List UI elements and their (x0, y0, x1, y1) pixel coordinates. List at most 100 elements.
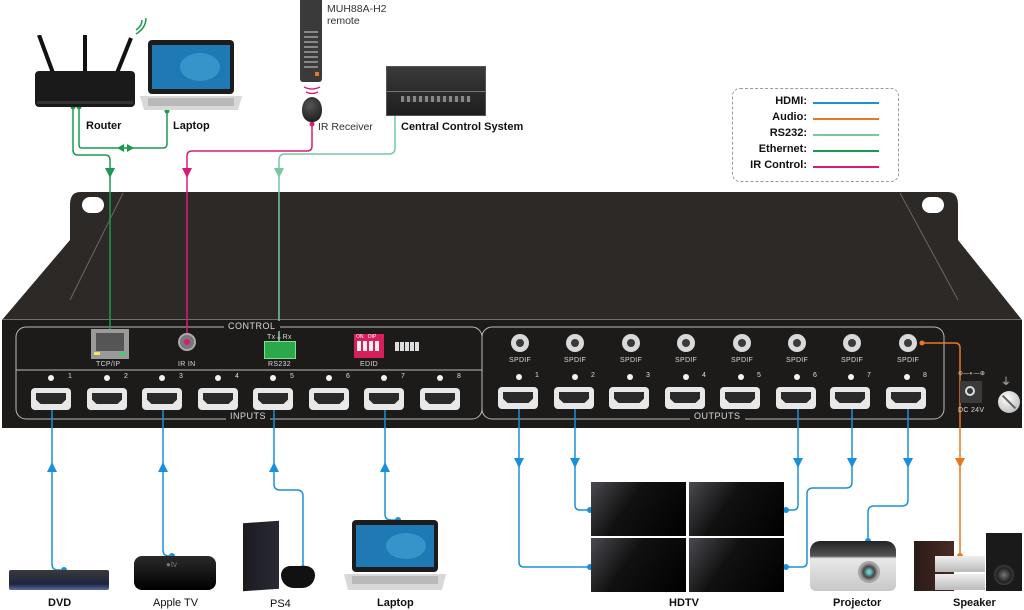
output-port-number: 3 (646, 372, 650, 379)
legend-ethernet: Ethernet: (733, 143, 893, 159)
output-port-number: 4 (702, 372, 706, 379)
inputs-section-label: INPUTS (226, 411, 271, 421)
apple-tv-logo: ●tv (166, 560, 178, 569)
output-led (627, 374, 633, 380)
input-port-number: 8 (457, 373, 461, 380)
edid-dip-switch[interactable]: ON DIP (354, 334, 384, 358)
dip-label: DIP (368, 334, 377, 340)
input-led (270, 375, 276, 381)
projector-image (810, 541, 896, 591)
spdif-port-2[interactable] (566, 334, 584, 352)
spdif-label: SPDIF (897, 357, 920, 364)
spdif-port-6[interactable] (788, 334, 806, 352)
input-hdmi-port-5[interactable] (253, 388, 293, 410)
ir-in-label: IR IN (178, 361, 196, 368)
output-hdmi-port-7[interactable] (830, 387, 870, 409)
input-hdmi-port-4[interactable] (198, 388, 238, 410)
spdif-port-8[interactable] (899, 334, 917, 352)
output-hdmi-port-4[interactable] (665, 387, 705, 409)
amplifier-unit (935, 556, 985, 572)
output-led (794, 374, 800, 380)
spdif-port-3[interactable] (622, 334, 640, 352)
output-port-number: 6 (813, 372, 817, 379)
spdif-label: SPDIF (509, 357, 532, 364)
tcpip-label: TCP/IP (96, 361, 121, 368)
input-port-number: 4 (235, 373, 239, 380)
input-led (159, 375, 165, 381)
legend-ir: IR Control: (733, 159, 893, 175)
output-hdmi-port-5[interactable] (720, 387, 760, 409)
spdif-port-4[interactable] (677, 334, 695, 352)
output-port-number: 1 (535, 372, 539, 379)
output-led (904, 374, 910, 380)
spdif-label: SPDIF (675, 357, 698, 364)
spdif-label: SPDIF (564, 357, 587, 364)
receiver-unit (935, 574, 985, 590)
edid-label: EDID (360, 361, 378, 368)
dip-reference-diagram (395, 342, 419, 351)
ps4-label: PS4 (270, 598, 291, 610)
spdif-label: SPDIF (786, 357, 809, 364)
spdif-label: SPDIF (620, 357, 643, 364)
router-label: Router (86, 120, 122, 132)
input-hdmi-port-8[interactable] (420, 388, 460, 410)
ground-icon: ⏚ (1001, 377, 1012, 388)
ground-screw[interactable] (998, 391, 1020, 413)
remote-sub-label: remote (327, 15, 360, 27)
legend-hdmi: HDMI: (733, 95, 893, 111)
rs232-label: RS232 (268, 361, 291, 368)
output-hdmi-port-3[interactable] (609, 387, 649, 409)
ir-in-port[interactable] (178, 333, 196, 351)
legend-rs232-swatch (813, 134, 879, 136)
speaker-right (986, 533, 1022, 591)
dvd-label: DVD (48, 597, 72, 609)
output-hdmi-port-1[interactable] (498, 387, 538, 409)
router-image (33, 30, 143, 110)
input-hdmi-port-7[interactable] (364, 388, 404, 410)
tcpip-port[interactable] (91, 329, 129, 359)
rack-ear-hole-right (922, 197, 944, 213)
legend-hdmi-swatch (813, 102, 879, 104)
remote-model-label: MUH88A-H2 (327, 3, 387, 15)
input-led (381, 375, 387, 381)
spdif-port-5[interactable] (733, 334, 751, 352)
input-port-number: 5 (290, 373, 294, 380)
central-control-label: Central Control System (401, 121, 524, 133)
output-hdmi-port-2[interactable] (554, 387, 594, 409)
laptop-bottom-image (342, 520, 447, 592)
input-hdmi-port-1[interactable] (31, 388, 71, 410)
spdif-port-7[interactable] (843, 334, 861, 352)
ps4-controller-image (281, 566, 315, 588)
hdtv-screen-2 (689, 482, 784, 536)
input-port-number: 3 (179, 373, 183, 380)
wifi-icon (135, 17, 147, 35)
output-port-number: 5 (757, 372, 761, 379)
output-port-number: 8 (923, 372, 927, 379)
ir-signal-icon (303, 86, 321, 95)
legend-ir-swatch (813, 166, 879, 168)
hdtv-screen-1 (591, 482, 686, 536)
output-led (848, 374, 854, 380)
dc-24v-label: DC 24V (958, 407, 985, 414)
input-hdmi-port-2[interactable] (87, 388, 127, 410)
hdtv-label: HDTV (669, 597, 699, 609)
output-hdmi-port-8[interactable] (886, 387, 926, 409)
legend-audio-swatch (813, 118, 879, 120)
input-port-number: 7 (401, 373, 405, 380)
output-port-number: 2 (591, 372, 595, 379)
spdif-label: SPDIF (731, 357, 754, 364)
output-led (683, 374, 689, 380)
laptop-top-image (138, 40, 243, 112)
dc-power-jack[interactable] (960, 381, 982, 403)
output-led (572, 374, 578, 380)
input-hdmi-port-3[interactable] (142, 388, 182, 410)
spdif-port-1[interactable] (511, 334, 529, 352)
input-port-number: 6 (346, 373, 350, 380)
central-control-image (386, 66, 486, 116)
input-led (104, 375, 110, 381)
cable-legend: HDMI: Audio: RS232: Ethernet: IR Control… (732, 88, 899, 182)
output-hdmi-port-6[interactable] (776, 387, 816, 409)
laptop-top-label: Laptop (173, 120, 210, 132)
rs232-port[interactable] (264, 341, 296, 359)
input-hdmi-port-6[interactable] (309, 388, 349, 410)
